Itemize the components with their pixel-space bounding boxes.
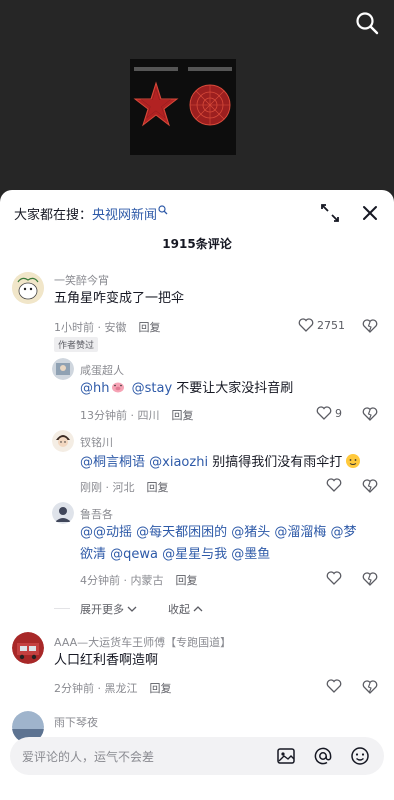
chevron-up-icon [193,606,203,612]
emoji-icon[interactable] [350,746,370,766]
comment-username[interactable]: 雨下琴夜 [54,714,98,730]
comment-username[interactable]: 咸蛋超人 [80,362,124,378]
expand-icon[interactable] [318,201,342,225]
heart-icon [316,406,332,420]
heart-icon [298,318,314,332]
search-icon[interactable] [354,10,380,36]
dislike-icon[interactable] [362,478,378,494]
chevron-down-icon [127,606,137,612]
comment-text: @hh @stay 不要让大家没抖音刷 [80,379,294,396]
like-button[interactable] [326,679,342,693]
comment-text-line[interactable]: 欲清 @qewa @星星与我 @墨鱼 [80,544,270,566]
collapse-button[interactable]: 收起 [168,601,203,617]
comment-username[interactable]: 一笑醉今宵 [54,272,109,288]
trending-search-hint[interactable]: 大家都在搜：央视网新闻 [14,204,168,223]
reply-button[interactable]: 回复 [150,682,172,695]
trending-search-label: 大家都在搜： [14,208,93,223]
mention[interactable]: @xiaozhi [149,455,208,470]
avatar[interactable] [12,272,44,304]
comment-input[interactable]: 爱评论的人，运气不会差 [10,737,384,775]
video-area[interactable] [0,0,394,200]
comment-text: 人口红利香啊造啊 [54,653,159,668]
comment-time: 刚刚 · 河北 [80,481,135,494]
author-liked-badge: 作者赞过 [54,337,99,352]
thread-divider [54,608,70,609]
pig-emoji [111,379,125,393]
comment-sheet: 大家都在搜：央视网新闻 1915条评论 一笑醉今宵 五角星咋变成了一把伞 1小时… [0,190,394,800]
comment-username[interactable]: AAA—大运货车王师傅【专跑国道】 [54,634,231,650]
comment-meta: 13分钟前 · 四川 回复 [80,407,194,423]
reply-button[interactable]: 回复 [139,321,161,334]
dislike-icon[interactable] [362,406,378,422]
like-count: 9 [335,406,342,420]
comment-text: @桐言桐语 @xiaozhi 别搞得我们没有雨伞打 [80,452,361,474]
like-button[interactable] [326,478,342,492]
comment-count: 1915条评论 [162,237,232,251]
comment-sheet-header: 大家都在搜：央视网新闻 [0,190,394,236]
comment-time: 13分钟前 · 四川 [80,409,160,422]
heart-icon [326,478,342,492]
avatar[interactable] [52,358,74,380]
reply-button[interactable]: 回复 [176,574,198,587]
like-count: 2751 [317,318,345,332]
expand-more-button[interactable]: 展开更多 [80,601,137,617]
avatar[interactable] [52,430,74,452]
comment-time: 4分钟前 · 内蒙古 [80,574,164,587]
comment-time: 2分钟前 · 黑龙江 [54,682,138,695]
close-icon[interactable] [358,201,382,225]
search-small-icon [158,205,168,215]
like-button[interactable] [326,571,342,585]
reply-button[interactable]: 回复 [172,409,194,422]
comment-meta: 2分钟前 · 黑龙江 回复 [54,680,172,696]
mention[interactable]: @桐言桐语 [80,455,145,470]
comment-input-placeholder: 爱评论的人，运气不会差 [22,750,155,764]
dislike-icon[interactable] [362,679,378,695]
image-icon[interactable] [276,746,296,766]
comment-meta: 1小时前 · 安徽 回复 [54,319,161,335]
dislike-icon[interactable] [362,318,378,334]
dislike-icon[interactable] [362,571,378,587]
avatar[interactable] [52,502,74,524]
like-button[interactable]: 9 [316,406,342,420]
at-mention-icon[interactable] [313,746,333,766]
comment-text-line[interactable]: @@动摇 @每天都困困的 @猪头 @溜溜梅 @梦 [80,522,357,544]
mention[interactable]: @hh [80,381,109,396]
emoji-icon [345,453,361,469]
mention[interactable]: @stay [132,381,173,396]
comment-username[interactable]: 鲁吾各 [80,506,113,522]
avatar[interactable] [12,632,44,664]
trending-search-link[interactable]: 央视网新闻 [92,208,157,223]
heart-icon [326,571,342,585]
reply-button[interactable]: 回复 [147,481,169,494]
comment-username[interactable]: 钗铭川 [80,434,113,450]
heart-icon [326,679,342,693]
comment-meta: 刚刚 · 河北 回复 [80,479,169,495]
comment-time: 1小时前 · 安徽 [54,321,127,334]
like-button[interactable]: 2751 [298,318,345,332]
comment-meta: 4分钟前 · 内蒙古 回复 [80,572,198,588]
video-thumbnail [130,59,236,155]
comment-text: 五角星咋变成了一把伞 [54,291,185,306]
